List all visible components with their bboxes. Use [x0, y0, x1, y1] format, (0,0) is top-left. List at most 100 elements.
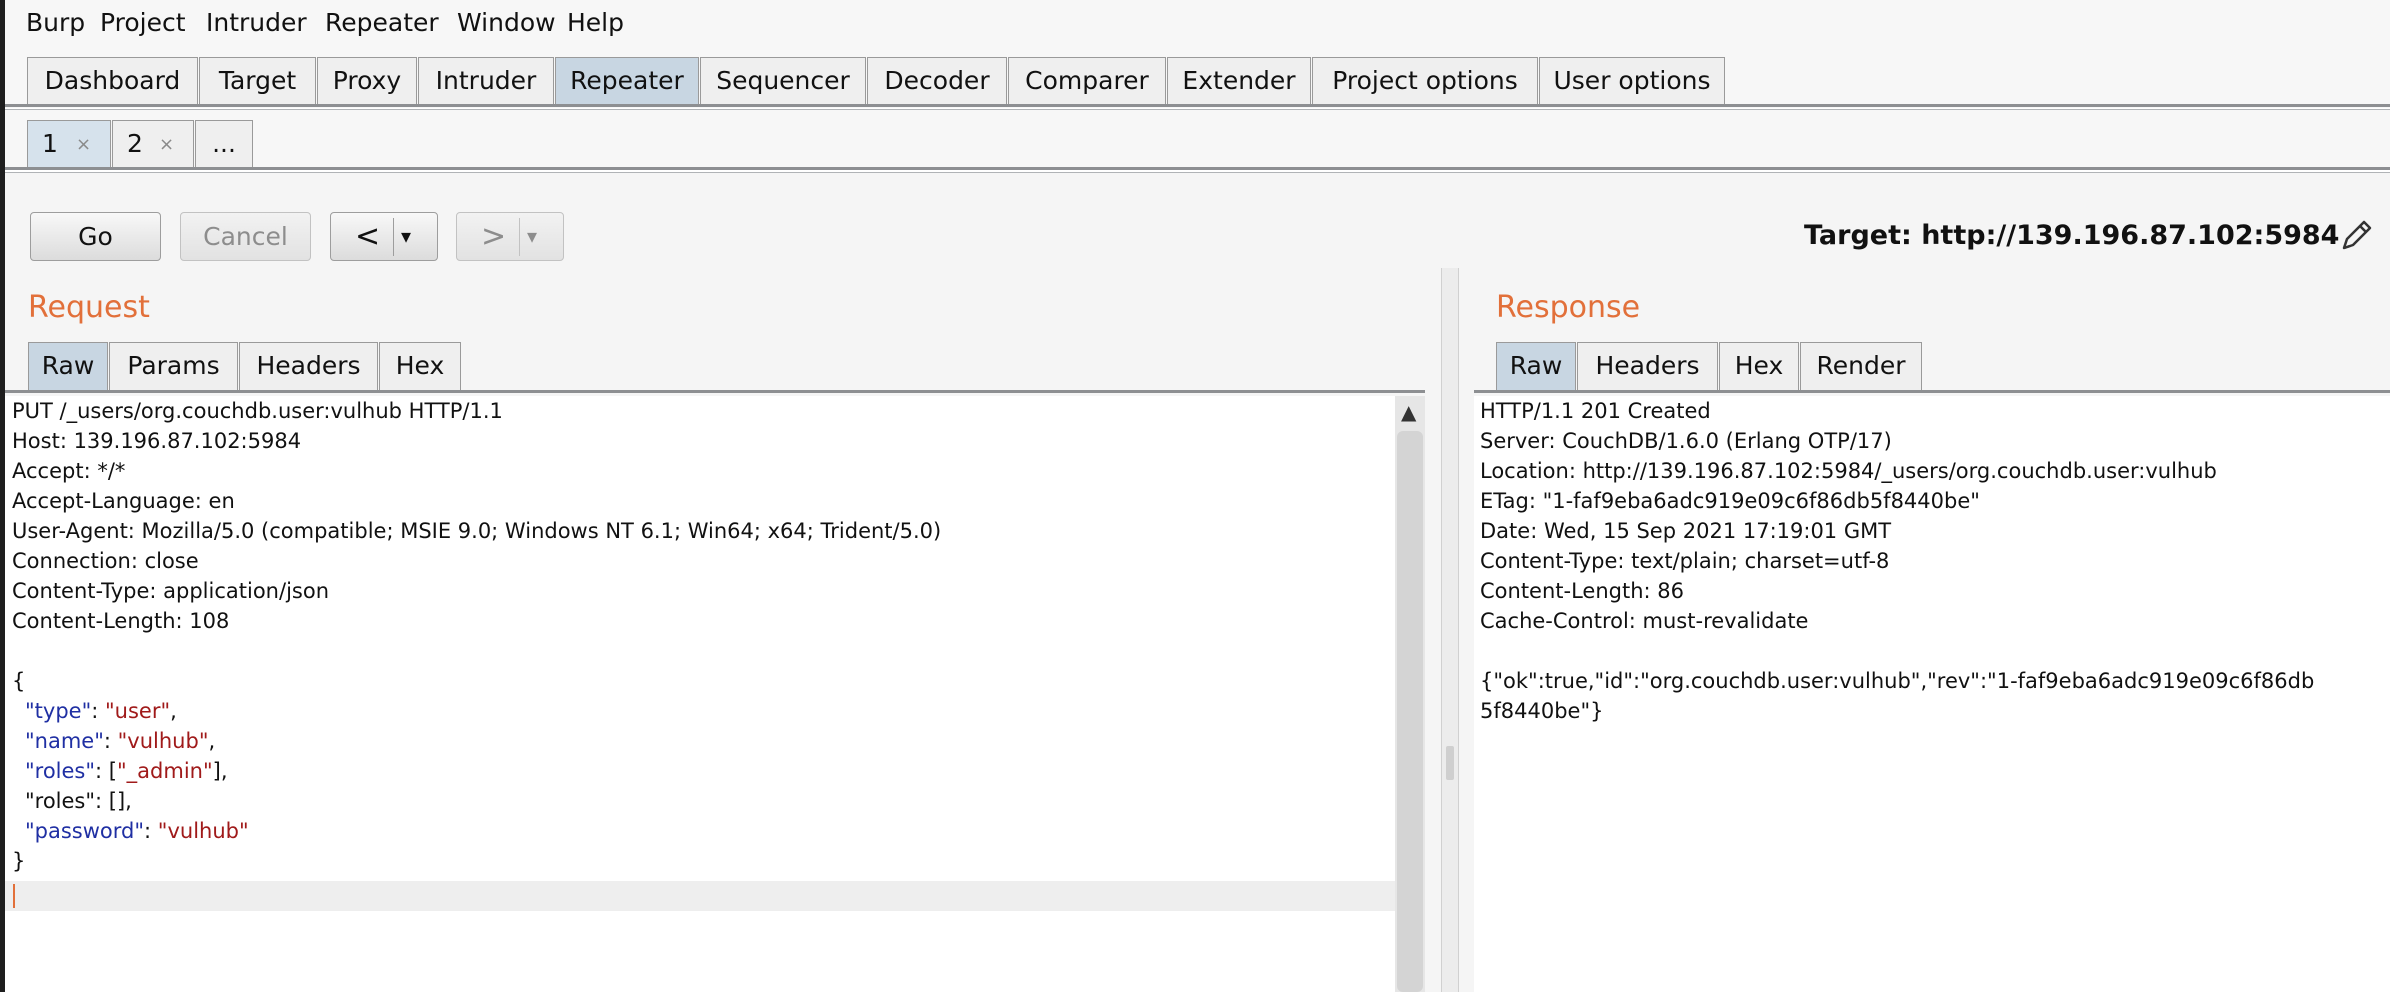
tab-extender[interactable]: Extender: [1167, 57, 1311, 104]
tab-comparer[interactable]: Comparer: [1008, 57, 1166, 104]
response-body-line-1: {"ok":true,"id":"org.couchdb.user:vulhub…: [1480, 669, 2315, 693]
json-sep: : [],: [95, 789, 132, 813]
scroll-up-icon[interactable]: ▲: [1401, 400, 1416, 424]
json-end: ,: [208, 729, 216, 753]
request-line: PUT /_users/org.couchdb.user:vulhub HTTP…: [12, 399, 503, 423]
response-tab-raw[interactable]: Raw: [1496, 342, 1576, 390]
button-separator: [519, 218, 520, 256]
response-header-date: Date: Wed, 15 Sep 2021 17:19:01 GMT: [1480, 519, 1892, 543]
tab-target[interactable]: Target: [199, 57, 316, 104]
json-value: "user": [105, 699, 171, 723]
json-key: "roles": [25, 759, 96, 783]
new-tab-label: ...: [212, 129, 236, 158]
tab-proxy[interactable]: Proxy: [317, 57, 417, 104]
json-row-roles-admin: "roles": ["_admin"],: [25, 756, 228, 786]
json-value: "_admin": [117, 759, 213, 783]
json-end: ,: [170, 699, 177, 723]
response-tab-headers[interactable]: Headers: [1577, 342, 1718, 390]
repeater-tab-label: 1: [42, 129, 58, 158]
response-header-content-length: Content-Length: 86: [1480, 579, 1685, 603]
request-header-content-length: Content-Length: 108: [12, 609, 230, 633]
chevron-down-icon[interactable]: ▾: [527, 213, 537, 260]
main-tab-bar: Dashboard Target Proxy Intruder Repeater…: [5, 45, 2390, 108]
repeater-tab-bar: 1 × 2 × ...: [5, 110, 2390, 170]
menu-project[interactable]: Project: [100, 8, 186, 37]
divider-grip[interactable]: [1446, 746, 1454, 780]
response-header-content-type: Content-Type: text/plain; charset=utf-8: [1480, 549, 1890, 573]
split-pane-divider[interactable]: [1441, 268, 1459, 992]
json-row-name: "name": "vulhub",: [25, 726, 215, 756]
request-title: Request: [28, 290, 150, 325]
response-status-line: HTTP/1.1 201 Created: [1480, 399, 1711, 423]
repeater-tab-label: 2: [127, 129, 143, 158]
json-close-brace: }: [12, 849, 26, 873]
back-button[interactable]: < ▾: [330, 212, 438, 261]
repeater-tab-1[interactable]: 1 ×: [27, 120, 111, 167]
forward-arrow-icon: >: [481, 219, 507, 254]
request-header-connection: Connection: close: [12, 549, 199, 573]
menu-repeater[interactable]: Repeater: [325, 8, 439, 37]
request-header-host: Host: 139.196.87.102:5984: [12, 429, 302, 453]
scrollbar-thumb[interactable]: [1397, 431, 1423, 992]
tab-project-options[interactable]: Project options: [1312, 57, 1538, 104]
request-scrollbar[interactable]: ▲: [1395, 396, 1425, 992]
response-tab-render[interactable]: Render: [1800, 342, 1922, 390]
json-open-brace: {: [12, 669, 26, 693]
forward-button[interactable]: > ▾: [456, 212, 564, 261]
tab-dashboard[interactable]: Dashboard: [27, 57, 198, 104]
json-sep: : [: [95, 759, 117, 783]
json-sep: :: [103, 729, 118, 753]
json-row-type: "type": "user",: [25, 696, 177, 726]
pencil-icon[interactable]: [2338, 216, 2376, 254]
request-header-user-agent: User-Agent: Mozilla/5.0 (compatible; MSI…: [12, 519, 942, 543]
menu-burp[interactable]: Burp: [26, 8, 85, 37]
json-key-plain: "roles": [25, 789, 96, 813]
tab-decoder[interactable]: Decoder: [867, 57, 1007, 104]
main-tab-divider: [5, 104, 2390, 107]
new-tab-button[interactable]: ...: [195, 120, 253, 167]
json-end: ],: [212, 759, 228, 783]
request-tab-hex[interactable]: Hex: [379, 342, 461, 390]
response-header-location: Location: http://139.196.87.102:5984/_us…: [1480, 459, 2217, 483]
json-sep: :: [91, 699, 105, 723]
repeater-tab-2[interactable]: 2 ×: [112, 120, 194, 167]
request-tab-params[interactable]: Params: [109, 342, 238, 390]
cancel-button[interactable]: Cancel: [180, 212, 311, 261]
close-icon[interactable]: ×: [76, 122, 91, 168]
request-header-accept: Accept: */*: [12, 459, 126, 483]
json-value: "vulhub": [117, 729, 209, 753]
response-body-line-2: 5f8440be"}: [1480, 699, 1604, 723]
request-header-content-type: Content-Type: application/json: [12, 579, 329, 603]
menu-help[interactable]: Help: [567, 8, 624, 37]
request-editor[interactable]: PUT /_users/org.couchdb.user:vulhub HTTP…: [5, 396, 1395, 992]
json-key: "type": [25, 699, 92, 723]
go-button[interactable]: Go: [30, 212, 161, 261]
request-tab-divider: [5, 390, 1425, 393]
tab-user-options[interactable]: User options: [1539, 57, 1725, 104]
response-title: Response: [1496, 290, 1641, 325]
json-row-password: "password": "vulhub": [25, 816, 249, 846]
response-header-etag: ETag: "1-faf9eba6adc919e09c6f86db5f8440b…: [1480, 489, 1980, 513]
tab-sequencer[interactable]: Sequencer: [700, 57, 866, 104]
json-key: "password": [25, 819, 145, 843]
text-caret: [13, 884, 15, 908]
tab-repeater[interactable]: Repeater: [555, 57, 699, 104]
close-icon[interactable]: ×: [159, 122, 174, 168]
request-tab-headers[interactable]: Headers: [239, 342, 378, 390]
request-header-accept-language: Accept-Language: en: [12, 489, 235, 513]
response-tab-hex[interactable]: Hex: [1719, 342, 1799, 390]
chevron-down-icon[interactable]: ▾: [401, 213, 411, 260]
tab-intruder[interactable]: Intruder: [418, 57, 554, 104]
current-line-highlight: [5, 881, 1395, 911]
request-tab-raw[interactable]: Raw: [28, 342, 108, 390]
repeater-tab-divider: [5, 167, 2390, 170]
menu-intruder[interactable]: Intruder: [206, 8, 307, 37]
response-header-cache-control: Cache-Control: must-revalidate: [1480, 609, 1809, 633]
button-separator: [393, 218, 394, 256]
back-arrow-icon: <: [355, 219, 381, 254]
response-tab-divider: [1474, 390, 2390, 393]
response-viewer[interactable]: HTTP/1.1 201 Created Server: CouchDB/1.6…: [1474, 396, 2390, 992]
json-sep: :: [144, 819, 158, 843]
menu-window[interactable]: Window: [457, 8, 556, 37]
json-key: "name": [25, 729, 104, 753]
